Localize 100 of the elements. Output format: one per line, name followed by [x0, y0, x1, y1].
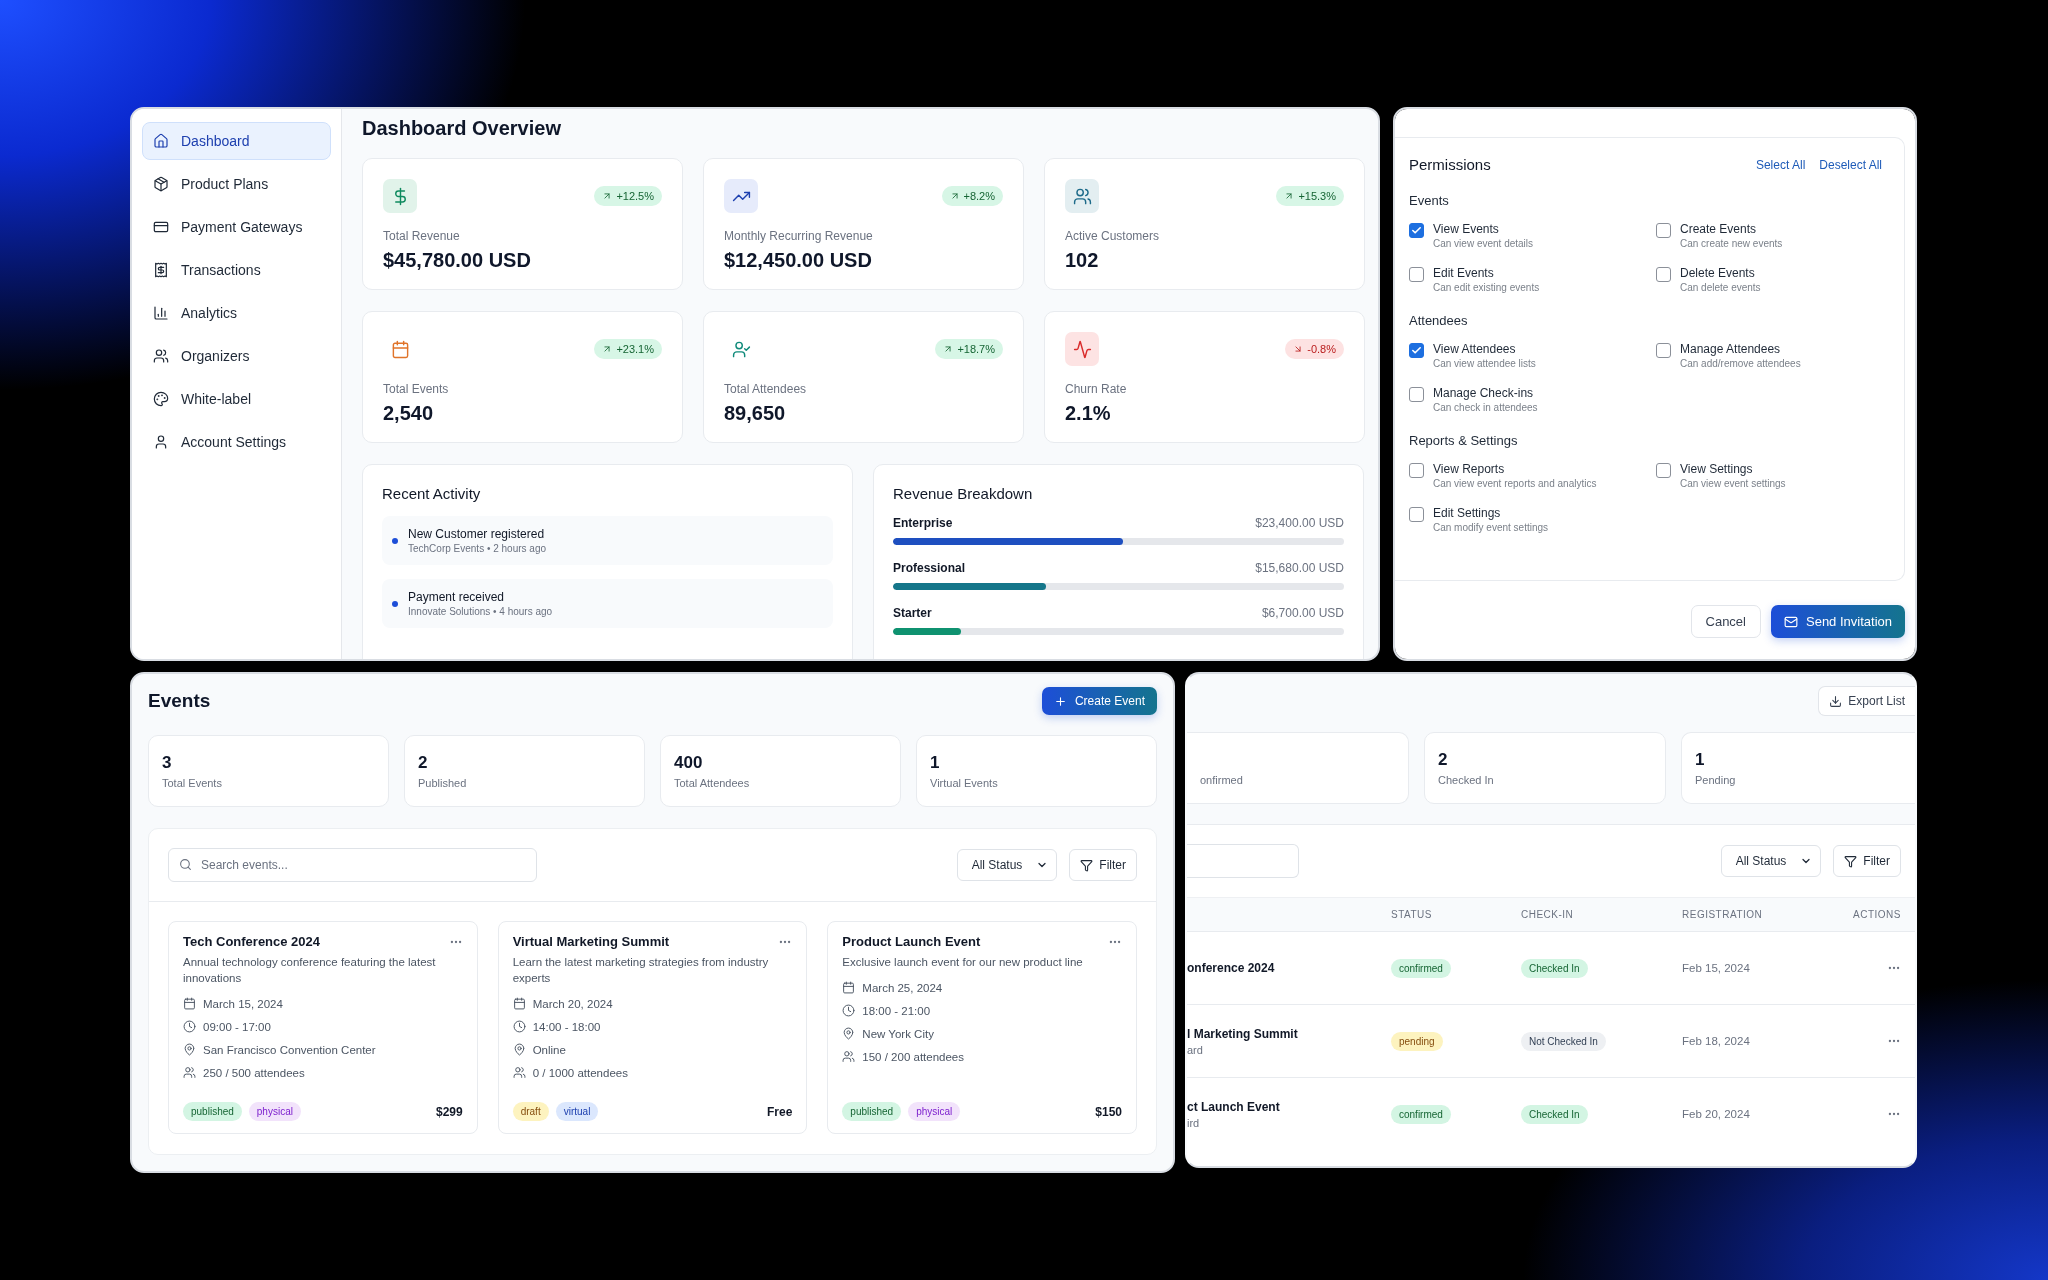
cancel-button[interactable]: Cancel [1690, 605, 1761, 638]
registration-date: Feb 18, 2024 [1682, 1035, 1751, 1047]
stat-label: Total Attendees [674, 777, 751, 789]
arrow-up-right-icon [943, 344, 954, 354]
send-invitation-button[interactable]: Send Invitation [1771, 605, 1905, 638]
trending-up-icon [724, 179, 758, 213]
event-card[interactable]: Product Launch Event Exclusive launch event for our new product line March 25, 2024 18:00 - 21:00 New York City 150 / 200 attendees published physical $150 [827, 921, 1137, 1134]
event-description: Annual technology conference featuring the latest innovations [183, 955, 437, 986]
permission-description: Can add/remove attendees [1680, 358, 1801, 369]
users-icon [842, 1050, 856, 1063]
checkbox[interactable] [1409, 223, 1424, 238]
column-header: STATUS [1391, 909, 1433, 920]
checkbox[interactable] [1656, 463, 1671, 478]
download-icon [1829, 694, 1843, 708]
status-dropdown[interactable]: All Status [956, 849, 1058, 881]
checkbox[interactable] [1409, 387, 1424, 402]
checkbox[interactable] [1409, 463, 1424, 478]
arrow-down-right-icon [1293, 344, 1304, 354]
permission-description: Can view attendee lists [1433, 358, 1536, 369]
stat-label: Churn Rate [1065, 382, 1128, 396]
plan-amount: $15,680.00 USD [1255, 561, 1344, 575]
checkbox[interactable] [1409, 343, 1424, 358]
sidebar-item[interactable]: Dashboard [142, 122, 331, 160]
checkbox[interactable] [1656, 267, 1671, 282]
event-time: 14:00 - 18:00 [532, 1020, 601, 1033]
sidebar-item[interactable]: White-label [142, 380, 331, 418]
permission-label: Edit Settings [1433, 506, 1502, 520]
map-pin-icon [183, 1043, 196, 1056]
stat-value: 2 [418, 753, 429, 773]
event-description: Exclusive launch event for our new product line [842, 955, 1084, 970]
map-pin-icon [512, 1043, 526, 1056]
check-in-badge: Checked In [1521, 959, 1588, 978]
create-event-button[interactable]: Create Event [1041, 687, 1157, 715]
event-price: $299 [435, 1104, 463, 1119]
checkbox[interactable] [1656, 223, 1671, 238]
permission-label: Manage Attendees [1680, 342, 1782, 356]
calendar-icon [183, 997, 196, 1010]
event-title: Product Launch Event [842, 934, 981, 949]
group-title: Events [1409, 193, 1450, 208]
event-title: Virtual Marketing Summit [512, 934, 670, 949]
stat-label: onfirmed [1200, 774, 1244, 786]
permission-label: View Events [1433, 222, 1500, 236]
export-list-button[interactable]: Export List [1818, 686, 1915, 716]
stat-value: $12,450.00 USD [724, 249, 873, 272]
arrow-up-right-icon [1284, 191, 1295, 201]
stat-value: 400 [674, 753, 704, 773]
stat-label: Pending [1695, 774, 1737, 786]
event-location: Online [532, 1043, 566, 1056]
permission-description: Can edit existing events [1433, 282, 1540, 293]
event-card[interactable]: Virtual Marketing Summit Learn the latest marketing strategies from industry experts March 20, 2024 14:00 - 18:00 Online 0 / 1000 attendees draft virtual Free [497, 921, 808, 1134]
event-attendees: 250 / 500 attendees [203, 1066, 305, 1079]
trend-badge: +15.3% [1276, 186, 1344, 206]
status-badge: confirmed [1391, 1105, 1451, 1124]
event-card[interactable]: Tech Conference 2024 Annual technology conference featuring the latest innovations March 15, 2024 09:00 - 17:00 San Francisco Convention Center 250 / 500 attendees published physical $299 [168, 921, 478, 1134]
checkbox[interactable] [1409, 507, 1424, 522]
plan-amount: $6,700.00 USD [1261, 606, 1344, 620]
event-attendees: 0 / 1000 attendees [532, 1066, 628, 1079]
checkbox[interactable] [1656, 343, 1671, 358]
sidebar-item[interactable]: Product Plans [142, 165, 331, 203]
sidebar-item[interactable]: Payment Gateways [142, 208, 331, 246]
stat-label: Virtual Events [930, 777, 999, 789]
box-icon [153, 176, 169, 192]
trend-badge: +12.5% [594, 186, 662, 206]
stat-value: 2,540 [383, 402, 435, 425]
dollar-sign-icon [383, 179, 417, 213]
search-field[interactable]: Search events... [168, 848, 537, 882]
filter-button[interactable]: Filter [1069, 849, 1137, 881]
filter-button[interactable]: Filter [1833, 845, 1901, 877]
activity-meta: TechCorp Events • 2 hours ago [408, 543, 547, 554]
sidebar-item[interactable]: Organizers [142, 337, 331, 375]
checkbox[interactable] [1409, 267, 1424, 282]
sidebar-item[interactable]: Analytics [142, 294, 331, 332]
event-price: Free [766, 1104, 793, 1119]
page-title: Dashboard Overview [362, 116, 562, 141]
check-in-badge: Not Checked In [1521, 1032, 1606, 1051]
plan-label: Starter [893, 606, 932, 620]
plan-label: Enterprise [893, 516, 953, 530]
search-field[interactable] [1187, 844, 1299, 878]
permission-label: Create Events [1680, 222, 1758, 236]
stat-value: 1 [1695, 750, 1706, 770]
mail-icon [1784, 614, 1798, 629]
sidebar-item[interactable]: Transactions [142, 251, 331, 289]
column-header: ACTIONS [1852, 909, 1901, 920]
page-title: Events [148, 690, 211, 712]
card-title: Recent Activity [382, 485, 482, 502]
select-link[interactable]: Select All [1755, 157, 1806, 172]
stat-value: 102 [1065, 249, 1100, 272]
attendee-detail: ird [1187, 1116, 1201, 1129]
permission-description: Can view event settings [1680, 478, 1786, 489]
select-link[interactable]: Deselect All [1819, 157, 1882, 172]
user-icon [153, 434, 169, 450]
permission-description: Can delete events [1680, 282, 1761, 293]
sidebar-item[interactable]: Account Settings [142, 423, 331, 461]
column-header: REGISTRATION [1682, 909, 1764, 920]
status-dropdown[interactable]: All Status [1720, 845, 1822, 877]
permission-description: Can create new events [1680, 238, 1783, 249]
trend-badge: -0.8% [1285, 339, 1344, 359]
calendar-icon [842, 981, 856, 994]
users-icon [512, 1066, 526, 1079]
activity-meta: Innovate Solutions • 4 hours ago [408, 606, 553, 617]
